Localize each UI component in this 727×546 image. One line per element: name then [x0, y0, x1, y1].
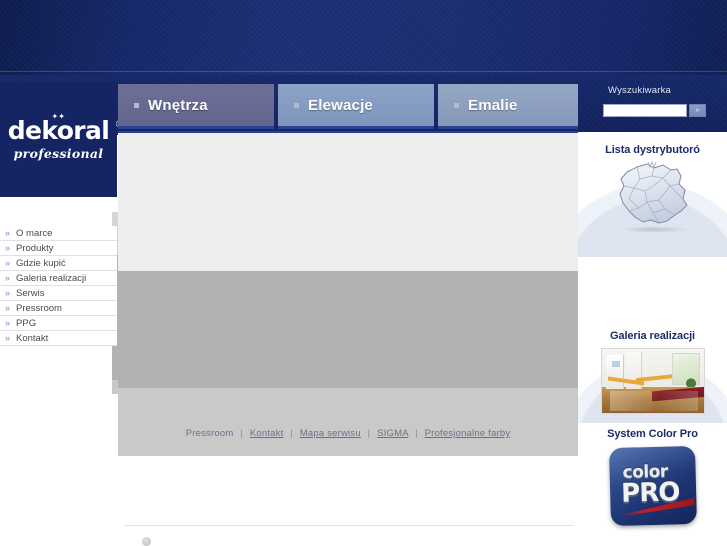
chevron-right-icon: » — [5, 302, 11, 313]
page-root: dekoral ✦✦ ® professional Wnętrza Elewac… — [0, 0, 727, 546]
tab-bullet-icon — [454, 102, 459, 108]
tab-wnetrza[interactable]: Wnętrza — [118, 84, 274, 129]
gallery-thumbnail-image — [600, 348, 705, 414]
tab-label: Wnętrza — [148, 96, 208, 114]
tab-elewacje[interactable]: Elewacje — [278, 84, 434, 129]
promo-color-pro[interactable]: System Color Pro color PRO — [578, 423, 727, 541]
sidebar-item-label: Gdzie kupić — [16, 257, 66, 269]
sidebar-item-label: Kontakt — [16, 332, 49, 344]
chevron-right-icon: » — [5, 287, 11, 298]
sidebar-nav: » O marce » Produkty » Gdzie kupić » Gal… — [0, 226, 117, 346]
main-tabs: Wnętrza Elewacje Emalie — [118, 84, 590, 131]
chevron-right-icon: » — [5, 332, 11, 343]
sidebar-item-o-marce[interactable]: » O marce — [0, 226, 117, 241]
tab-emalie[interactable]: Emalie — [438, 84, 590, 129]
promo-distributors[interactable]: Lista dystrybutoró — [578, 135, 727, 257]
chevron-right-icon: » — [5, 257, 11, 268]
gallery-floor-reflection — [609, 391, 698, 411]
promo-distributors-title: Lista dystrybutoró — [605, 144, 700, 156]
right-sidebar: Wyszukiwarka » Lista dystrybutoró Galeri… — [578, 75, 727, 545]
footer-separator: | — [240, 428, 243, 439]
sidebar-item-pressroom[interactable]: » Pressroom — [0, 301, 117, 316]
sidebar-item-galeria-realizacji[interactable]: » Galeria realizacji — [0, 271, 117, 286]
search-label: Wyszukiwarka — [608, 85, 672, 96]
content-grey-block — [118, 271, 578, 388]
promo-color-pro-title: System Color Pro — [607, 428, 698, 440]
color-pro-logo-bottom: PRO — [620, 477, 680, 509]
main-content-panel: Pressroom | Kontakt | Mapa serwisu | SIG… — [118, 131, 578, 458]
footer-separator: | — [415, 428, 418, 439]
search-panel: Wyszukiwarka » — [578, 75, 727, 132]
chevron-right-icon: » — [5, 317, 11, 328]
footer-separator: | — [290, 428, 293, 439]
sidebar-item-label: Galeria realizacji — [16, 272, 87, 284]
gallery-plant — [683, 375, 698, 387]
footer-link-mapa-serwisu[interactable]: Mapa serwisu — [300, 428, 361, 439]
search-submit-button[interactable]: » — [689, 104, 706, 117]
logo-stars-icon: ✦✦ — [51, 112, 65, 121]
footer-link-pressroom[interactable]: Pressroom — [186, 428, 234, 439]
content-upper-area — [118, 133, 578, 269]
promo-gallery-title: Galeria realizacji — [609, 330, 696, 342]
sidebar-item-label: Serwis — [16, 287, 45, 299]
color-pro-logo-icon: color PRO — [608, 445, 697, 527]
tab-bullet-icon — [294, 102, 299, 108]
top-banner — [0, 0, 727, 75]
search-row: » — [603, 104, 706, 117]
logo-subtitle: professional — [13, 146, 104, 161]
gallery-wall-sign — [611, 361, 620, 367]
footer-separator: | — [367, 428, 371, 439]
sidebar-item-produkty[interactable]: » Produkty — [0, 241, 117, 256]
search-input[interactable] — [603, 104, 687, 117]
sidebar-item-serwis[interactable]: » Serwis — [0, 286, 117, 301]
tab-bullet-icon — [134, 102, 139, 108]
sidebar-item-gdzie-kupic[interactable]: » Gdzie kupić — [0, 256, 117, 271]
sidebar-item-ppg[interactable]: » PPG — [0, 316, 117, 331]
sidebar-item-label: Produkty — [16, 242, 54, 254]
banner-hairline — [0, 71, 727, 72]
logo-text: dekoral — [7, 116, 110, 145]
footer-links: Pressroom | Kontakt | Mapa serwisu | SIG… — [118, 428, 578, 439]
tab-label: Elewacje — [308, 96, 373, 114]
content-footer-area: Pressroom | Kontakt | Mapa serwisu | SIG… — [118, 388, 578, 458]
sidebar-item-label: PPG — [16, 317, 37, 329]
sidebar-item-kontakt[interactable]: » Kontakt — [0, 331, 117, 346]
footer-link-kontakt[interactable]: Kontakt — [250, 428, 284, 439]
page-bottom-area — [118, 456, 578, 545]
footer-link-sigma[interactable]: SIGMA — [377, 428, 408, 439]
site-logo[interactable]: dekoral ✦✦ ® professional — [0, 82, 123, 197]
tab-label: Emalie — [468, 96, 518, 114]
bottom-divider — [124, 525, 574, 526]
poland-map-icon — [607, 159, 699, 237]
promo-gallery[interactable]: Galeria realizacji — [578, 325, 727, 423]
chevron-right-icon: » — [5, 272, 11, 283]
footer-link-profesjonalne-farby[interactable]: Profesjonalne farby — [425, 428, 511, 439]
map-shadow — [618, 226, 689, 233]
chevron-right-icon: » — [5, 242, 11, 253]
sidebar-item-label: Pressroom — [16, 302, 62, 314]
sidebar-item-label: O marce — [16, 227, 53, 239]
chevron-right-icon: » — [5, 227, 11, 238]
logo-wrap: dekoral ✦✦ ® professional — [5, 113, 123, 162]
